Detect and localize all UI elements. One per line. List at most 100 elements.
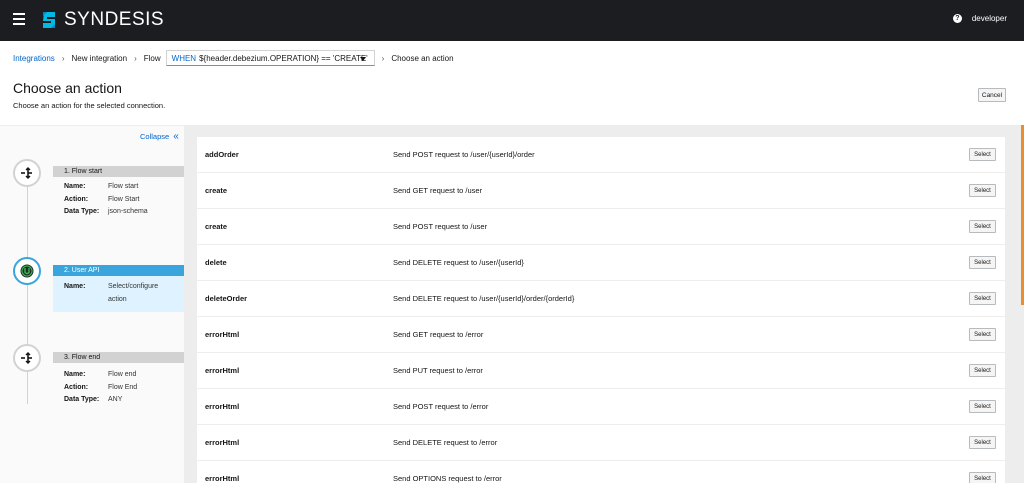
action-row[interactable]: errorHtml Send DELETE request to /error … xyxy=(197,425,1005,461)
username[interactable]: developer xyxy=(972,14,1007,23)
action-name: errorHtml xyxy=(205,438,240,447)
action-list: addOrder Send POST request to /user/{use… xyxy=(197,137,1005,483)
select-action-button[interactable]: Select xyxy=(969,364,996,377)
action-description: Send POST request to /user/{userId}/orde… xyxy=(393,150,535,159)
double-chevron-left-icon: « xyxy=(173,130,179,142)
step-detail-row: Action: Flow Start xyxy=(53,194,184,207)
action-name: errorHtml xyxy=(205,330,240,339)
cancel-button[interactable]: Cancel xyxy=(978,88,1006,102)
select-action-button[interactable]: Select xyxy=(969,436,996,449)
step-detail-row: Name: Flow end xyxy=(53,369,184,382)
brand-logo[interactable]: SYNDESIS xyxy=(38,9,164,31)
breadcrumb-integrations-link[interactable]: Integrations xyxy=(13,54,55,63)
detail-key: Name: xyxy=(64,283,86,290)
step-node-flow-start[interactable] xyxy=(13,159,41,187)
detail-value: ANY xyxy=(108,396,123,403)
step-detail-row: Data Type: ANY xyxy=(53,394,184,407)
flow-condition: ${header.debezium.OPERATION} == 'CREATE' xyxy=(199,53,368,63)
action-description: Send POST request to /user xyxy=(393,222,488,231)
select-action-button[interactable]: Select xyxy=(969,472,996,483)
step-label-user-api[interactable]: 2. User API xyxy=(53,265,184,276)
action-row[interactable]: errorHtml Send POST request to /error Se… xyxy=(197,389,1005,425)
caret-down-icon xyxy=(359,57,366,61)
breadcrumb-current: Choose an action xyxy=(391,53,454,63)
step-label-flow-start[interactable]: 1. Flow start xyxy=(53,166,184,177)
action-description: Send GET request to /user xyxy=(393,186,483,195)
action-name: errorHtml xyxy=(205,402,240,411)
breadcrumb-separator: › xyxy=(381,53,385,63)
action-row[interactable]: delete Send DELETE request to /user/{use… xyxy=(197,245,1005,281)
detail-key: Name: xyxy=(64,183,86,190)
brand-name: SYNDESIS xyxy=(64,9,165,30)
action-row[interactable]: addOrder Send POST request to /user/{use… xyxy=(197,137,1005,173)
action-description: Send DELETE request to /user/{userId} xyxy=(393,258,524,267)
api-connector-icon xyxy=(20,264,34,278)
breadcrumb-separator: › xyxy=(61,53,65,63)
step-label-flow-end[interactable]: 3. Flow end xyxy=(53,352,184,363)
flow-when-label: WHEN xyxy=(171,53,197,63)
select-action-button[interactable]: Select xyxy=(969,220,996,233)
action-name: deleteOrder xyxy=(205,294,248,303)
syndesis-logo-icon xyxy=(43,12,55,28)
select-action-button[interactable]: Select xyxy=(969,256,996,269)
detail-key: Data Type: xyxy=(64,208,100,215)
step-detail-row: Name: Select/configure xyxy=(53,281,184,294)
detail-key: Data Type: xyxy=(64,396,100,403)
select-action-button[interactable]: Select xyxy=(969,184,996,197)
detail-key: Name: xyxy=(64,371,86,378)
step-detail-row: Action: Flow End xyxy=(53,382,184,395)
detail-value: Flow Start xyxy=(108,195,140,203)
action-description: Send DELETE request to /user/{userId}/or… xyxy=(393,294,575,303)
user-menu[interactable]: ? developer xyxy=(952,14,1007,23)
action-row[interactable]: errorHtml Send PUT request to /error Sel… xyxy=(197,353,1005,389)
step-detail-row: Name: Flow start xyxy=(53,181,184,194)
breadcrumb-separator: › xyxy=(134,53,137,63)
detail-value: Flow start xyxy=(108,183,139,190)
detail-value: Flow End xyxy=(108,383,138,391)
detail-key: Action: xyxy=(64,383,89,391)
action-name: errorHtml xyxy=(205,474,240,483)
step-node-user-api[interactable] xyxy=(13,257,41,285)
select-action-button[interactable]: Select xyxy=(969,148,996,161)
flow-icon xyxy=(21,352,32,364)
step-details-flow-start: Name: Flow start Action: Flow Start Data T… xyxy=(53,181,184,219)
top-navbar: SYNDESIS ? developer xyxy=(0,0,1024,41)
step-detail-row: Data Type: json-schema xyxy=(53,206,184,219)
detail-value: Select/configure xyxy=(108,283,159,290)
action-description: Send GET request to /error xyxy=(393,330,484,339)
integration-steps-panel: Collapse « 1. Flow start Name: Flow start… xyxy=(0,125,184,483)
help-icon[interactable]: ? xyxy=(952,14,962,23)
select-action-button[interactable]: Select xyxy=(969,328,996,341)
breadcrumb-new-integration[interactable]: New integration xyxy=(71,54,127,63)
step-detail-row: action xyxy=(53,294,184,307)
action-list-area: addOrder Send POST request to /user/{use… xyxy=(184,125,1024,483)
hamburger-menu-icon[interactable] xyxy=(13,13,25,25)
action-description: Send DELETE request to /error xyxy=(393,438,498,447)
detail-value: Flow end xyxy=(108,371,137,378)
flow-icon xyxy=(21,167,32,179)
action-description: Send PUT request to /error xyxy=(393,366,483,375)
select-action-button[interactable]: Select xyxy=(969,400,996,413)
page-subtitle: Choose an action for the selected connec… xyxy=(13,101,166,110)
breadcrumb: Integrations › New integration › Flow WH… xyxy=(13,50,454,66)
flow-select-dropdown[interactable]: WHEN ${header.debezium.OPERATION} == 'CR… xyxy=(165,50,375,66)
step-node-flow-end[interactable] xyxy=(13,344,41,372)
detail-value: json-schema xyxy=(108,208,148,215)
action-row[interactable]: errorHtml Send GET request to /error Sel… xyxy=(197,317,1005,353)
detail-key xyxy=(64,294,108,307)
detail-value: action xyxy=(108,295,127,303)
action-row[interactable]: deleteOrder Send DELETE request to /user… xyxy=(197,281,1005,317)
action-description: Send POST request to /error xyxy=(393,402,489,411)
action-name: delete xyxy=(205,258,227,267)
action-row[interactable]: create Send GET request to /user Select xyxy=(197,173,1005,209)
action-row[interactable]: create Send POST request to /user Select xyxy=(197,209,1005,245)
action-row[interactable]: errorHtml Send OPTIONS request to /error… xyxy=(197,461,1005,483)
step-details-flow-end: Name: Flow end Action: Flow End Data Type:… xyxy=(53,369,184,407)
select-action-button[interactable]: Select xyxy=(969,292,996,305)
breadcrumb-flow: Flow xyxy=(143,53,161,63)
action-name: errorHtml xyxy=(205,366,240,375)
collapse-button[interactable]: Collapse « xyxy=(140,130,179,142)
collapse-label: Collapse xyxy=(140,132,170,141)
detail-key: Action: xyxy=(64,195,89,203)
action-name: create xyxy=(205,222,228,231)
